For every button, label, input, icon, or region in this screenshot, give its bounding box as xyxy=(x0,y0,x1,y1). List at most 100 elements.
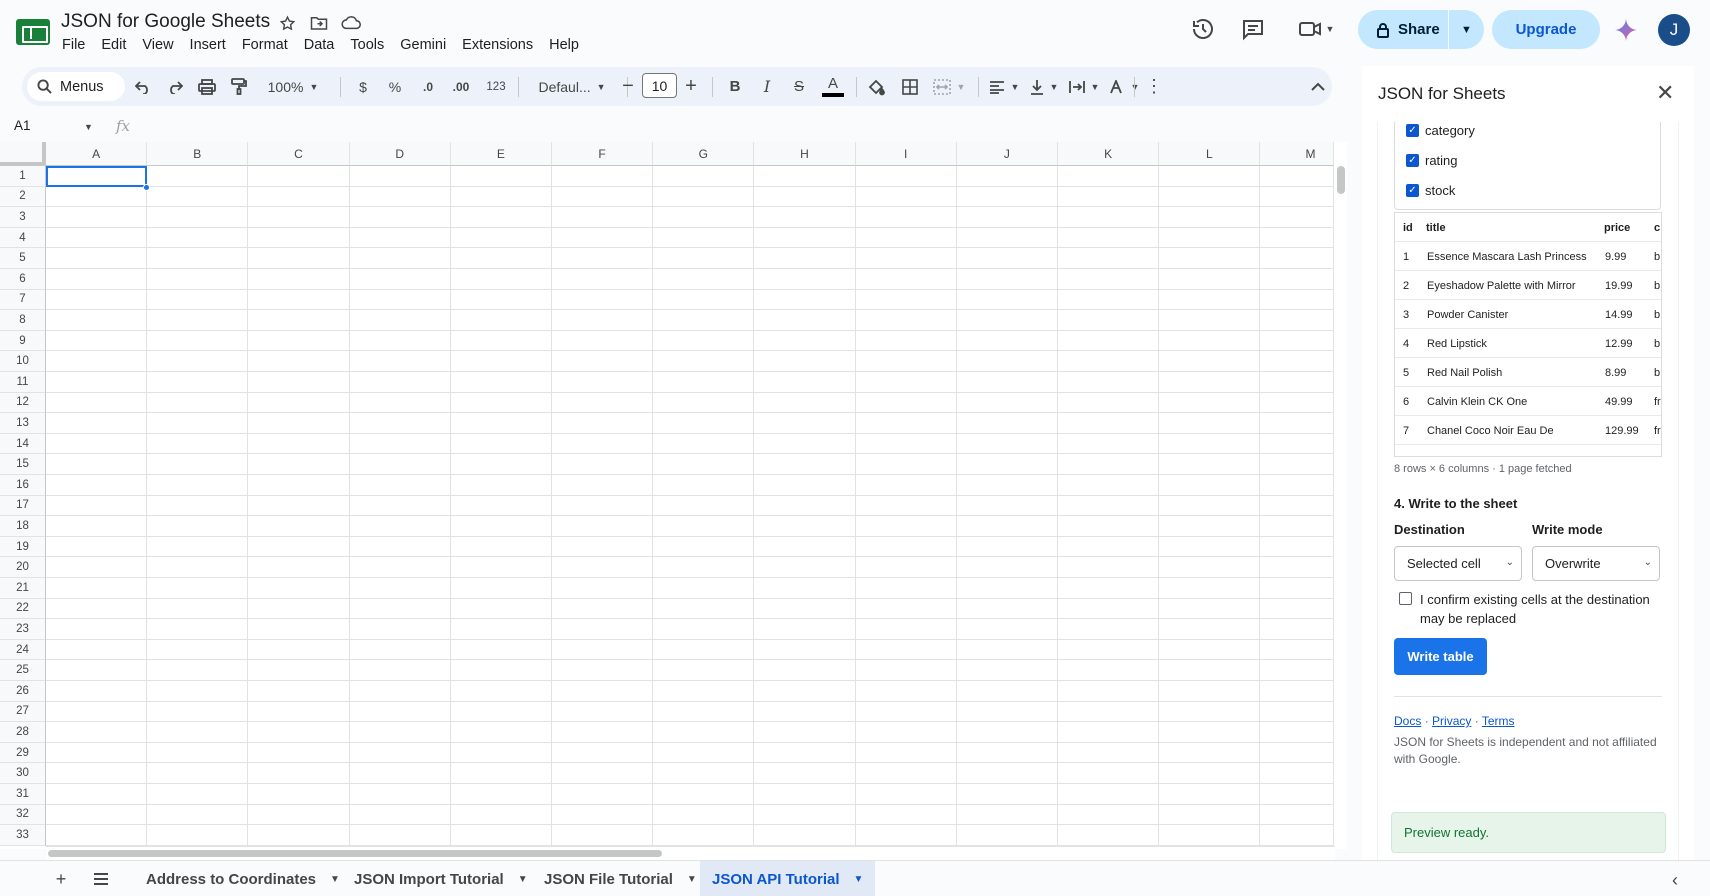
currency-format-button[interactable]: $ xyxy=(350,67,376,106)
row-header[interactable]: 28 xyxy=(0,722,46,743)
row-header[interactable]: 25 xyxy=(0,660,46,681)
field-option-rating[interactable]: ✓ rating xyxy=(1406,150,1458,170)
row-header[interactable]: 16 xyxy=(0,475,46,496)
sheet-tab-json-api-tutorial[interactable]: JSON API Tutorial ▼ xyxy=(700,861,876,896)
row-header[interactable]: 27 xyxy=(0,701,46,723)
fill-handle[interactable] xyxy=(143,184,150,191)
increase-font-size-button[interactable]: + xyxy=(678,67,704,106)
collapse-toolbar-icon[interactable] xyxy=(1306,67,1330,106)
menu-gemini[interactable]: Gemini xyxy=(392,35,454,55)
column-header[interactable]: C xyxy=(248,142,350,166)
chevron-down-icon[interactable]: ▼ xyxy=(330,874,340,885)
column-header[interactable]: D xyxy=(349,142,451,166)
row-header[interactable]: 20 xyxy=(0,557,46,578)
column-header[interactable]: E xyxy=(450,142,552,166)
row-header[interactable]: 30 xyxy=(0,763,46,784)
chevron-down-icon[interactable]: ▼ xyxy=(84,122,93,132)
version-history-icon[interactable] xyxy=(1190,16,1216,42)
move-folder-icon[interactable] xyxy=(308,12,330,34)
print-icon[interactable] xyxy=(194,67,220,106)
star-icon[interactable] xyxy=(276,12,298,34)
column-header[interactable]: F xyxy=(552,142,654,166)
row-header[interactable]: 31 xyxy=(0,784,46,805)
row-header[interactable]: 15 xyxy=(0,454,46,475)
checkbox-checked-icon[interactable]: ✓ xyxy=(1406,123,1419,137)
row-header[interactable]: 3 xyxy=(0,207,46,228)
text-rotation-icon[interactable]: ▼ xyxy=(1106,67,1142,106)
increase-decimal-button[interactable]: .00 xyxy=(446,67,476,106)
row-header[interactable]: 23 xyxy=(0,619,46,640)
row-header[interactable]: 21 xyxy=(0,578,46,599)
name-box[interactable]: A1 xyxy=(14,118,31,133)
menu-tools[interactable]: Tools xyxy=(342,35,392,55)
selected-cell[interactable] xyxy=(46,166,147,187)
field-option-stock[interactable]: ✓ stock xyxy=(1406,180,1455,200)
confirm-overwrite-checkbox[interactable] xyxy=(1399,592,1412,605)
font-size-input[interactable]: 10 xyxy=(642,73,677,98)
privacy-link[interactable]: Privacy xyxy=(1432,714,1471,728)
row-header[interactable]: 33 xyxy=(0,825,46,846)
horizontal-scroll-thumb[interactable] xyxy=(48,850,662,857)
share-button[interactable]: Share xyxy=(1358,10,1448,49)
menu-edit[interactable]: Edit xyxy=(93,35,134,55)
vertical-scrollbar[interactable] xyxy=(1333,142,1347,849)
zoom-select[interactable]: 100% ▼ xyxy=(260,67,326,106)
strikethrough-button[interactable]: S xyxy=(786,67,812,106)
write-table-button[interactable]: Write table xyxy=(1394,638,1487,675)
text-color-button[interactable]: A xyxy=(818,67,848,106)
borders-icon[interactable] xyxy=(896,67,924,106)
sheets-logo-icon[interactable] xyxy=(16,19,50,45)
row-header[interactable]: 9 xyxy=(0,330,46,352)
meet-icon[interactable]: ▼ xyxy=(1294,16,1338,42)
confirm-overwrite-label[interactable]: I confirm existing cells at the destinat… xyxy=(1420,590,1660,628)
checkbox-checked-icon[interactable]: ✓ xyxy=(1406,153,1419,167)
menu-file[interactable]: File xyxy=(54,35,93,55)
row-header[interactable]: 11 xyxy=(0,372,46,393)
menu-extensions[interactable]: Extensions xyxy=(454,35,541,55)
add-sheet-icon[interactable]: + xyxy=(49,867,73,891)
write-mode-select[interactable]: Overwrite ⌄ xyxy=(1532,546,1660,581)
avatar[interactable]: J xyxy=(1658,14,1690,46)
row-header[interactable]: 29 xyxy=(0,742,46,764)
sheet-tab-json-import-tutorial[interactable]: JSON Import Tutorial ▼ xyxy=(342,861,540,896)
menu-format[interactable]: Format xyxy=(234,35,296,55)
row-header[interactable]: 19 xyxy=(0,536,46,558)
vertical-align-icon[interactable]: ▼ xyxy=(1026,67,1062,106)
column-header[interactable]: L xyxy=(1159,142,1261,166)
row-header[interactable]: 18 xyxy=(0,516,46,537)
column-header[interactable]: A xyxy=(46,142,148,166)
row-header[interactable]: 32 xyxy=(0,804,46,826)
row-header[interactable]: 4 xyxy=(0,227,46,249)
column-header[interactable]: I xyxy=(855,142,957,166)
row-header[interactable]: 12 xyxy=(0,392,46,414)
row-header[interactable]: 13 xyxy=(0,413,46,434)
vertical-scroll-thumb[interactable] xyxy=(1337,166,1345,194)
row-header[interactable]: 24 xyxy=(0,639,46,661)
sheet-tab-address-to-coordinates[interactable]: Address to Coordinates ▼ xyxy=(134,861,352,896)
chevron-left-icon[interactable]: ‹ xyxy=(1672,870,1678,891)
row-header[interactable]: 6 xyxy=(0,269,46,290)
horizontal-align-icon[interactable]: ▼ xyxy=(986,67,1022,106)
preview-table[interactable]: id title price c 1 Essence Mascara Lash … xyxy=(1394,212,1662,457)
row-header[interactable]: 2 xyxy=(0,186,46,208)
paint-format-icon[interactable] xyxy=(226,67,252,106)
row-header[interactable]: 17 xyxy=(0,495,46,517)
italic-button[interactable]: I xyxy=(754,67,780,106)
redo-icon[interactable] xyxy=(162,67,188,106)
percent-format-button[interactable]: % xyxy=(382,67,408,106)
menu-data[interactable]: Data xyxy=(296,35,343,55)
chevron-down-icon[interactable]: ▼ xyxy=(518,874,528,885)
terms-link[interactable]: Terms xyxy=(1482,714,1515,728)
row-header[interactable]: 1 xyxy=(0,166,46,187)
row-header[interactable]: 22 xyxy=(0,598,46,620)
select-all-corner[interactable] xyxy=(0,142,46,166)
comments-icon[interactable] xyxy=(1240,16,1266,42)
horizontal-scrollbar[interactable] xyxy=(46,846,1335,860)
more-options-icon[interactable]: ⋮ xyxy=(1142,67,1166,106)
share-dropdown-icon[interactable]: ▼ xyxy=(1449,24,1484,36)
menu-insert[interactable]: Insert xyxy=(182,35,234,55)
merge-cells-icon[interactable]: ▼ xyxy=(928,67,970,106)
text-wrapping-icon[interactable]: ▼ xyxy=(1066,67,1102,106)
cloud-status-icon[interactable] xyxy=(340,12,362,34)
menus-search[interactable]: Menus xyxy=(27,72,125,101)
